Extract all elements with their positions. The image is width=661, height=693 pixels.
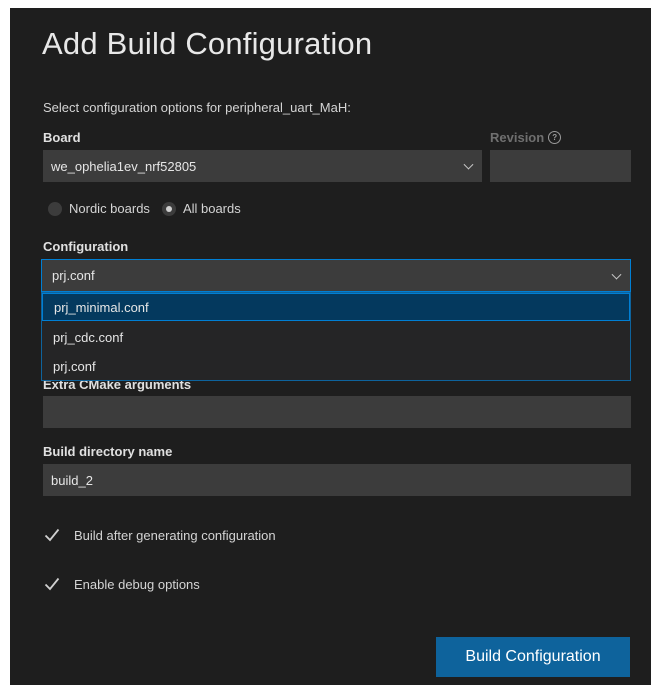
radio-selected-dot xyxy=(165,205,172,212)
dialog-title: Add Build Configuration xyxy=(42,26,373,61)
extra-cmake-input[interactable] xyxy=(43,396,631,428)
board-filter-radio-group: Nordic boards All boards xyxy=(48,201,253,216)
build-configuration-button[interactable]: Build Configuration xyxy=(436,637,630,677)
configuration-select[interactable]: prj.conf xyxy=(41,259,631,292)
chevron-down-icon xyxy=(611,269,622,280)
radio-nordic-boards-label[interactable]: Nordic boards xyxy=(69,201,150,216)
dropdown-option-prj-minimal[interactable]: prj_minimal.conf xyxy=(42,293,630,321)
chevron-down-icon xyxy=(463,159,474,170)
board-select[interactable]: we_ophelia1ev_nrf52805 xyxy=(43,150,482,182)
radio-all-boards[interactable] xyxy=(161,201,176,216)
configuration-dropdown-list: prj_minimal.conf prj_cdc.conf prj.conf xyxy=(41,292,631,381)
build-directory-input-value: build_2 xyxy=(51,472,93,488)
radio-all-boards-label[interactable]: All boards xyxy=(183,201,241,216)
revision-input[interactable] xyxy=(490,150,631,182)
dropdown-option-prj-cdc[interactable]: prj_cdc.conf xyxy=(42,323,630,351)
revision-label-text: Revision xyxy=(490,130,545,145)
checkbox-build-after-label[interactable]: Build after generating configuration xyxy=(74,528,276,543)
add-build-configuration-dialog: Add Build Configuration Select configura… xyxy=(10,8,651,685)
checkbox-debug-options-label[interactable]: Enable debug options xyxy=(74,577,200,592)
checkbox-build-after[interactable]: Build after generating configuration xyxy=(43,526,276,544)
board-label: Board xyxy=(43,130,81,145)
configuration-label: Configuration xyxy=(43,239,129,254)
dialog-subtitle: Select configuration options for periphe… xyxy=(43,100,351,115)
checkmark-icon[interactable] xyxy=(43,526,61,544)
checkmark-icon[interactable] xyxy=(43,575,61,593)
radio-nordic-boards[interactable] xyxy=(48,201,62,216)
checkbox-debug-options[interactable]: Enable debug options xyxy=(43,575,200,593)
configuration-select-value: prj.conf xyxy=(52,268,95,283)
revision-label: Revision? xyxy=(490,130,562,145)
build-directory-label: Build directory name xyxy=(43,444,173,459)
board-select-value: we_ophelia1ev_nrf52805 xyxy=(51,158,197,174)
help-icon[interactable]: ? xyxy=(548,131,562,145)
build-directory-input[interactable]: build_2 xyxy=(43,464,631,496)
dropdown-option-prj[interactable]: prj.conf xyxy=(42,352,630,380)
